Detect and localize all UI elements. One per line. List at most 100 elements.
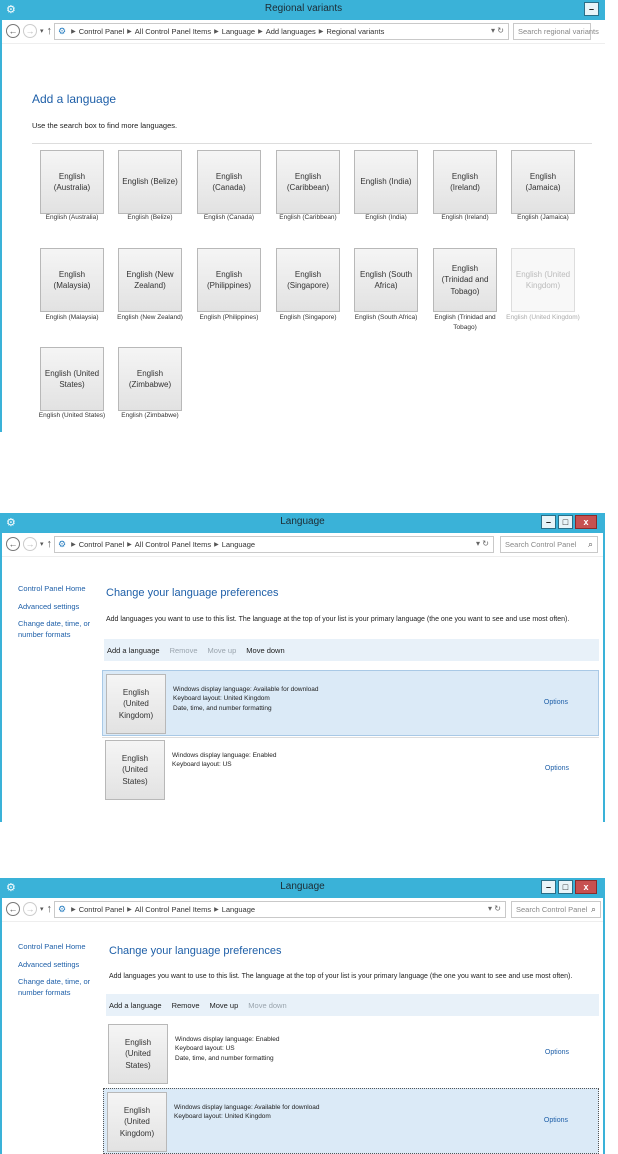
close-button[interactable]: x xyxy=(575,880,597,894)
move-up-button[interactable]: Move up xyxy=(210,1001,239,1010)
maximize-button[interactable]: □ xyxy=(558,515,573,529)
up-icon[interactable]: ↑ xyxy=(47,25,53,37)
sidebar-item-home[interactable]: Control Panel Home xyxy=(18,942,98,953)
language-tile-caption: English (Malaysia) xyxy=(45,314,99,321)
sidebar-item-advanced[interactable]: Advanced settings xyxy=(18,602,98,613)
forward-icon[interactable]: → xyxy=(23,902,37,916)
up-icon[interactable]: ↑ xyxy=(47,903,53,915)
language-tile[interactable]: English (Singapore) xyxy=(276,248,340,312)
keyboard-layout: Keyboard layout: US xyxy=(175,1045,235,1053)
language-tile[interactable]: English (United States) xyxy=(105,740,165,800)
language-tile[interactable]: English (United States) xyxy=(40,347,104,411)
sidebar-item-home[interactable]: Control Panel Home xyxy=(18,584,98,595)
back-icon[interactable]: ← xyxy=(6,902,20,916)
sidebar: Control Panel Home Advanced settings Cha… xyxy=(18,584,98,647)
breadcrumb-item[interactable]: Language xyxy=(222,905,255,914)
back-icon[interactable]: ← xyxy=(6,24,20,38)
breadcrumb-item[interactable]: All Control Panel Items xyxy=(135,540,211,549)
minimize-button[interactable]: – xyxy=(541,880,556,894)
search-icon[interactable]: ⌕ xyxy=(591,904,596,915)
language-tile[interactable]: English (Trinidad and Tobago) xyxy=(433,248,497,312)
forward-icon[interactable]: → xyxy=(23,537,37,551)
language-tile-caption: English (Singapore) xyxy=(279,314,337,321)
language-tile[interactable]: English (United Kingdom) xyxy=(107,1092,167,1152)
move-down-button[interactable]: Move down xyxy=(246,646,284,655)
remove-button[interactable]: Remove xyxy=(172,1001,200,1010)
options-link[interactable]: Options xyxy=(544,1117,568,1124)
history-dropdown-icon[interactable]: ▾ xyxy=(40,905,44,913)
minimize-button[interactable]: – xyxy=(541,515,556,529)
address-bar[interactable]: ⚙ ▶ Control Panel ▶ All Control Panel Item… xyxy=(54,901,506,918)
language-tile[interactable]: English (Caribbean) xyxy=(276,150,340,214)
breadcrumb-item[interactable]: Control Panel xyxy=(79,540,124,549)
maximize-button[interactable]: □ xyxy=(558,880,573,894)
language-tile[interactable]: English (New Zealand) xyxy=(118,248,182,312)
move-up-button[interactable]: Move up xyxy=(208,646,237,655)
language-window-after: ⚙ Language – □ x ← → ▾ ↑ ⚙ ▶ Control Pane… xyxy=(0,878,605,1154)
keyboard-layout: Keyboard layout: US xyxy=(172,761,232,769)
search-icon[interactable]: ⌕ xyxy=(588,539,593,550)
back-icon[interactable]: ← xyxy=(6,537,20,551)
language-row[interactable]: English (United Kingdom) Windows display… xyxy=(103,1088,599,1154)
breadcrumb-item[interactable]: Add languages xyxy=(266,27,316,36)
history-dropdown-icon[interactable]: ▾ xyxy=(40,540,44,548)
up-icon[interactable]: ↑ xyxy=(47,538,53,550)
history-dropdown-icon[interactable]: ▾ xyxy=(40,27,44,35)
language-row[interactable]: English (United Kingdom) Windows display… xyxy=(102,670,599,736)
breadcrumb-item[interactable]: Language xyxy=(222,540,255,549)
display-language-status: Windows display language: Enabled xyxy=(172,752,277,759)
language-tile-caption: English (South Africa) xyxy=(354,314,418,321)
address-bar[interactable]: ⚙ ▶ Control Panel ▶ All Control Panel Item… xyxy=(54,536,494,553)
language-row[interactable]: English (United States) Windows display … xyxy=(102,737,599,803)
address-bar[interactable]: ⚙ ▶ Control Panel ▶ All Control Panel Item… xyxy=(54,23,509,40)
language-row[interactable]: English (United States) Windows display … xyxy=(105,1021,599,1087)
sidebar-item-advanced[interactable]: Advanced settings xyxy=(18,960,98,971)
refresh-icon[interactable]: ▾ ↻ xyxy=(488,904,501,913)
search-input[interactable]: Search Control Panel ⌕ xyxy=(500,536,598,553)
options-link[interactable]: Options xyxy=(545,1049,569,1056)
breadcrumb-item[interactable]: All Control Panel Items xyxy=(135,27,211,36)
forward-icon[interactable]: → xyxy=(23,24,37,38)
refresh-icon[interactable]: ▾ ↻ xyxy=(476,539,489,548)
language-tile[interactable]: English (United Kingdom) xyxy=(106,674,166,734)
language-tile-caption: English (United States) xyxy=(38,412,106,419)
language-window-before: ⚙ Language – □ x ← → ▾ ↑ ⚙ ▶ Control Pane… xyxy=(0,513,605,822)
breadcrumb-item[interactable]: All Control Panel Items xyxy=(135,905,211,914)
breadcrumb-item[interactable]: Control Panel xyxy=(79,27,124,36)
remove-button[interactable]: Remove xyxy=(170,646,198,655)
options-link[interactable]: Options xyxy=(544,699,568,706)
move-down-button[interactable]: Move down xyxy=(248,1001,286,1010)
options-link[interactable]: Options xyxy=(545,765,569,772)
close-button[interactable]: x xyxy=(575,515,597,529)
minimize-button[interactable]: – xyxy=(584,2,599,16)
language-tile[interactable]: English (Philippines) xyxy=(197,248,261,312)
language-tile[interactable]: English (Australia) xyxy=(40,150,104,214)
language-tile[interactable]: English (India) xyxy=(354,150,418,214)
language-tile[interactable]: English (Malaysia) xyxy=(40,248,104,312)
sidebar-item-date-formats[interactable]: Change date, time, or number formats xyxy=(18,977,98,998)
window-title: Language xyxy=(280,516,325,527)
display-language-status: Windows display language: Enabled xyxy=(175,1036,280,1043)
page-title: Add a language xyxy=(32,92,117,106)
sidebar-item-date-formats[interactable]: Change date, time, or number formats xyxy=(18,619,98,640)
language-tile[interactable]: English (Canada) xyxy=(197,150,261,214)
language-tile[interactable]: English (Ireland) xyxy=(433,150,497,214)
refresh-icon[interactable]: ▾ ↻ xyxy=(491,26,504,35)
language-tile[interactable]: English (Zimbabwe) xyxy=(118,347,182,411)
folder-icon: ⚙ xyxy=(58,904,67,914)
language-tile[interactable]: English (South Africa) xyxy=(354,248,418,312)
formatting-note: Date, time, and number formatting xyxy=(175,1054,274,1062)
keyboard-layout: Keyboard layout: United Kingdom xyxy=(174,1113,271,1121)
add-language-button[interactable]: Add a language xyxy=(107,646,160,655)
breadcrumb-item[interactable]: Control Panel xyxy=(79,905,124,914)
language-tile[interactable]: English (Belize) xyxy=(118,150,182,214)
search-input[interactable]: Search Control Panel ⌕ xyxy=(511,901,601,918)
language-tile[interactable]: English (United States) xyxy=(108,1024,168,1084)
language-tile[interactable]: English (Jamaica) xyxy=(511,150,575,214)
add-language-button[interactable]: Add a language xyxy=(109,1001,162,1010)
breadcrumb-item[interactable]: Language xyxy=(222,27,255,36)
language-tile-grid: English (Australia) English (Australia) En… xyxy=(32,143,592,429)
language-tile-caption: English (Jamaica) xyxy=(517,214,569,221)
search-input[interactable]: Search regional variants xyxy=(513,23,599,40)
breadcrumb-item[interactable]: Regional variants xyxy=(326,27,384,36)
